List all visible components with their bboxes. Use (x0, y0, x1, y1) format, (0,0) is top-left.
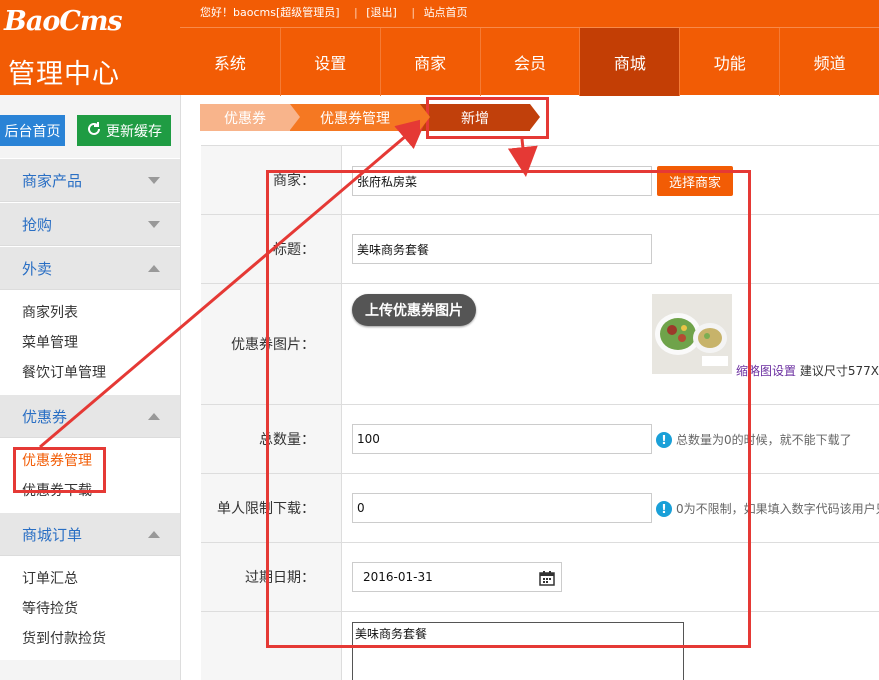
main-nav: 系统 设置 商家 会员 商城 功能 频道 (180, 27, 879, 96)
mall-orders-submenu: 订单汇总 等待捡货 货到付款捡货 (0, 556, 180, 660)
sidebar-section-takeout[interactable]: 外卖 (0, 246, 180, 290)
section-label: 商家产品 (22, 171, 83, 190)
sidebar-item-cod-picking[interactable]: 货到付款捡货 (0, 624, 180, 654)
sidebar-item-order-summary[interactable]: 订单汇总 (0, 564, 180, 594)
sidebar-section-flash-sale[interactable]: 抢购 (0, 202, 180, 246)
annotation-box-sidebar (13, 447, 106, 493)
divider: | (354, 6, 358, 19)
sidebar-item-menu-management[interactable]: 菜单管理 (0, 328, 180, 358)
brand-logo: BaoCms (4, 6, 123, 37)
section-label: 外卖 (22, 259, 53, 278)
sidebar-item-awaiting-picking[interactable]: 等待捡货 (0, 594, 180, 624)
breadcrumb-coupons[interactable]: 优惠券 (200, 104, 300, 131)
nav-merchant[interactable]: 商家 (379, 28, 480, 96)
thumbnail-settings: 缩略图设置 建议尺寸577X4 (736, 362, 879, 379)
sidebar-item-merchant-list[interactable]: 商家列表 (0, 298, 180, 328)
refresh-cache-button[interactable]: 更新缓存 (77, 115, 171, 146)
nav-function[interactable]: 功能 (679, 28, 779, 96)
chevron-up-icon (148, 530, 160, 538)
sidebar: 后台首页 更新缓存 商家产品 抢购 外卖 商家列表 菜单管理 餐饮订单管理 优惠… (0, 95, 181, 680)
chevron-up-icon (148, 264, 160, 272)
nav-settings[interactable]: 设置 (279, 28, 380, 96)
header: BaoCms 管理中心 您好！baocms[超级管理员] | [退出] | 站点… (0, 0, 879, 96)
nav-channel[interactable]: 频道 (779, 28, 879, 96)
site-home-link[interactable]: 站点首页 (424, 6, 468, 19)
chevron-down-icon (148, 176, 160, 184)
nav-member[interactable]: 会员 (479, 28, 580, 96)
logout-link[interactable]: [退出] (366, 6, 397, 19)
breadcrumb-coupon-management[interactable]: 优惠券管理 (290, 104, 430, 131)
admin-home-button[interactable]: 后台首页 (0, 115, 65, 146)
section-label: 优惠券 (22, 407, 68, 426)
greeting-text: 您好！baocms[超级管理员] (200, 6, 340, 19)
sidebar-section-merchant-products[interactable]: 商家产品 (0, 158, 180, 202)
thumbnail-size-hint: 建议尺寸577X4 (799, 364, 879, 378)
refresh-cache-label: 更新缓存 (106, 123, 162, 140)
refresh-icon (86, 121, 102, 141)
top-bar: 您好！baocms[超级管理员] | [退出] | 站点首页 (180, 0, 879, 26)
chevron-up-icon (148, 412, 160, 420)
logo[interactable]: BaoCms 管理中心 (0, 0, 180, 95)
sidebar-section-mall-orders[interactable]: 商城订单 (0, 512, 180, 556)
nav-system[interactable]: 系统 (180, 28, 280, 96)
annotation-box-form (266, 170, 751, 648)
takeout-submenu: 商家列表 菜单管理 餐饮订单管理 (0, 290, 180, 394)
sidebar-buttons: 后台首页 更新缓存 (0, 95, 180, 158)
app-title: 管理中心 (8, 59, 120, 90)
sidebar-section-coupons[interactable]: 优惠券 (0, 394, 180, 438)
divider: | (411, 6, 416, 19)
section-label: 商城订单 (22, 525, 83, 544)
chevron-down-icon (148, 220, 160, 228)
section-label: 抢购 (22, 215, 53, 234)
nav-mall[interactable]: 商城 (579, 28, 680, 96)
sidebar-item-dining-orders[interactable]: 餐饮订单管理 (0, 358, 180, 388)
